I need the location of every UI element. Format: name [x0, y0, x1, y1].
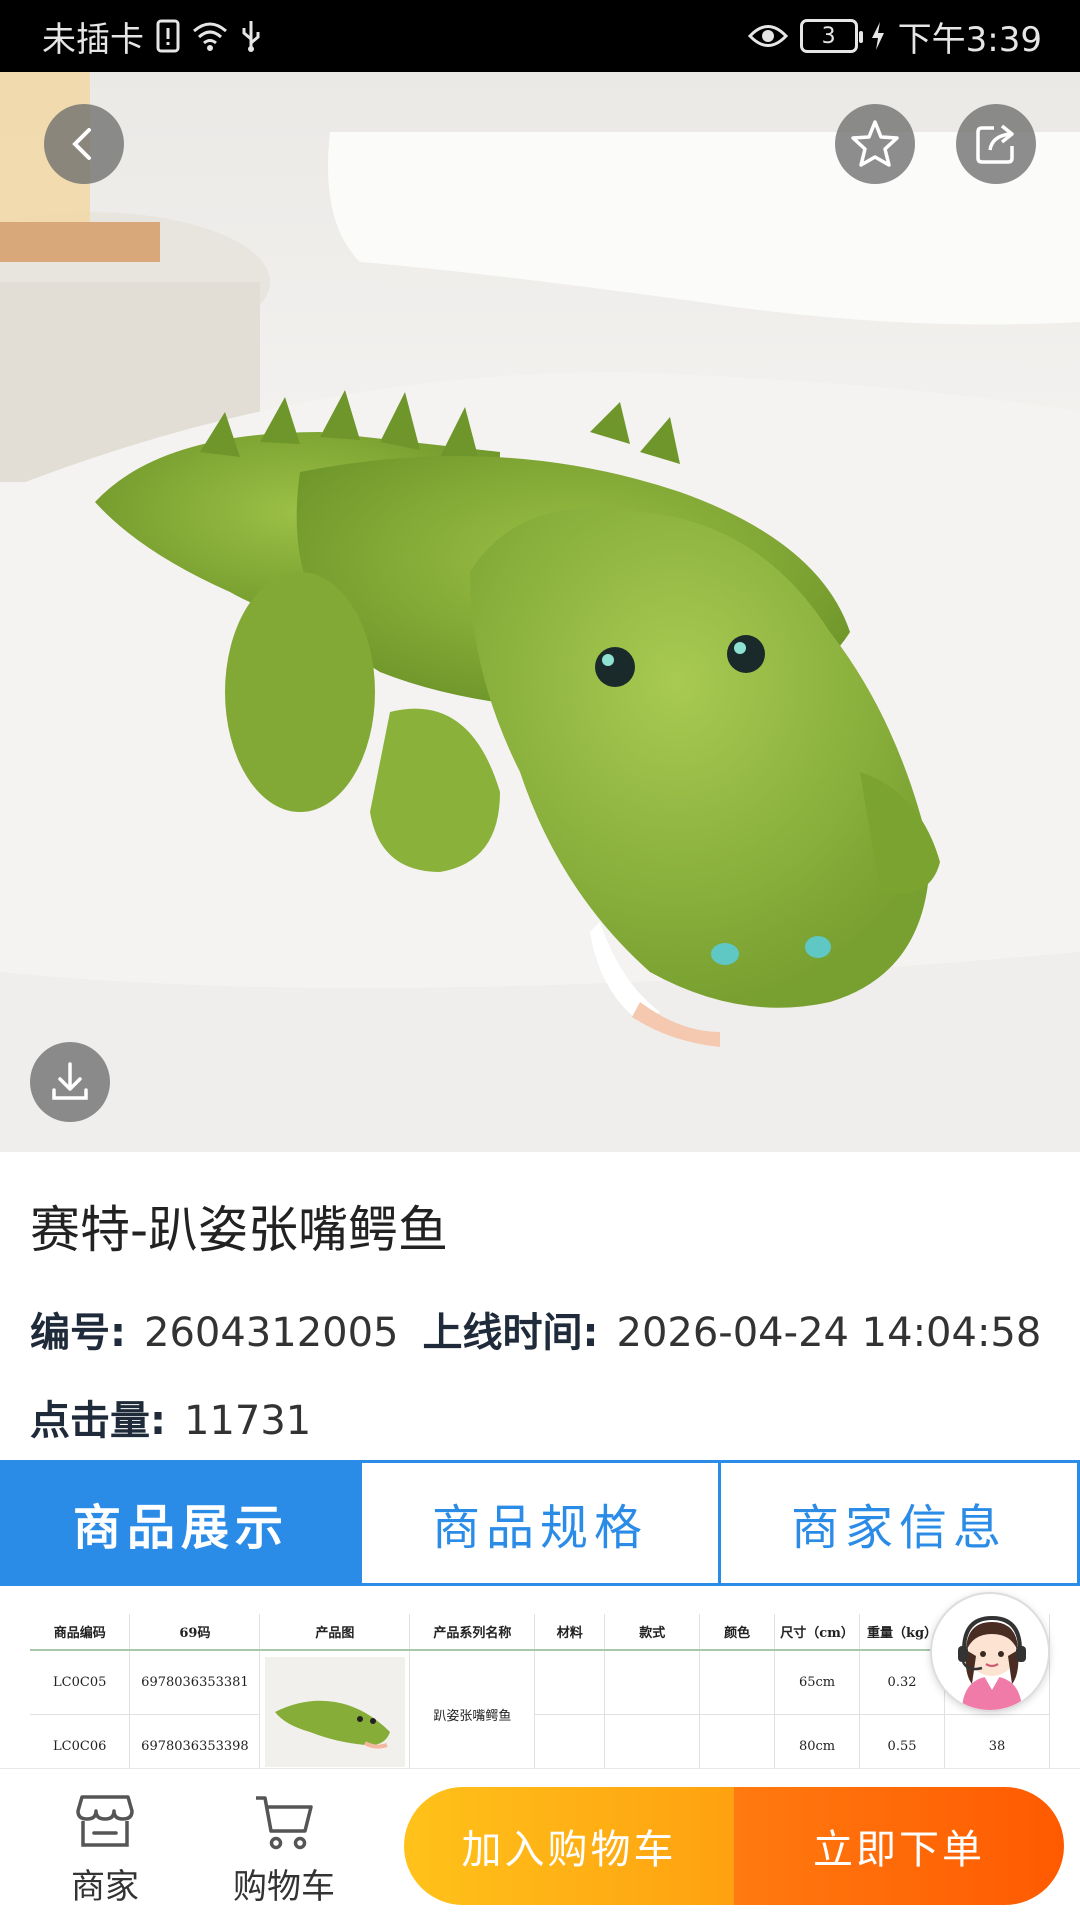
tab-product-specs[interactable]: 商品规格 — [362, 1460, 721, 1586]
col-header: 款式 — [604, 1614, 701, 1651]
product-id-label: 编号: — [30, 1310, 126, 1356]
back-button[interactable] — [44, 104, 124, 184]
col-header: 颜色 — [699, 1614, 776, 1651]
battery-indicator: 3 — [799, 19, 863, 53]
col-header: 商品编码 — [30, 1614, 131, 1651]
chevron-left-icon — [72, 128, 91, 160]
cell-style — [604, 1650, 701, 1715]
clicks-row: 点击量: 11731 — [30, 1388, 335, 1446]
cell-color — [699, 1650, 776, 1715]
wifi-icon — [192, 16, 228, 56]
merchant-label: 商家 — [71, 1867, 139, 1907]
product-meta-row: 编号: 2604312005 上线时间: 2026-04-24 14:04:58 — [30, 1300, 1065, 1358]
carrier-text: 未插卡 — [42, 19, 144, 60]
tab-product-display[interactable]: 商品展示 — [0, 1460, 362, 1586]
table-row: LC0C05 6978036353381 趴姿张嘴鳄鱼 65cm 0.32 — [30, 1650, 1050, 1768]
eye-icon — [747, 16, 788, 56]
star-icon — [851, 120, 899, 167]
detail-tabs: 商品展示 商品规格 商家信息 — [0, 1460, 1080, 1586]
share-icon — [976, 124, 1014, 164]
shopping-cart-icon — [256, 1796, 313, 1850]
cell-barcode: 6978036353398 — [129, 1714, 261, 1768]
favorite-button[interactable] — [835, 104, 915, 184]
bottom-action-bar: 商家 购物车 加入购物车 立即下单 — [0, 1768, 1080, 1920]
product-image[interactable] — [0, 72, 1080, 1152]
cell-code: LC0C05 — [30, 1650, 131, 1715]
col-header: 材料 — [534, 1614, 606, 1651]
download-icon — [52, 1062, 88, 1100]
cell-material — [534, 1650, 606, 1715]
col-header: 产品图 — [259, 1614, 411, 1651]
add-to-cart-button[interactable]: 加入购物车 — [404, 1787, 734, 1905]
status-bar: 未插卡 3 下午3:39 — [0, 0, 1080, 72]
table-row: LC0C06 6978036353398 80cm 0.55 38 — [30, 1714, 1050, 1768]
charging-icon — [870, 16, 886, 56]
spec-table: 商品编码 69码 产品图 产品系列名称 材料 款式 颜色 尺寸（cm） 重量（k… — [30, 1614, 1050, 1768]
clicks-label: 点击量: — [30, 1398, 166, 1444]
download-button[interactable] — [30, 1042, 110, 1122]
usb-icon — [240, 16, 262, 56]
clicks-value: 11731 — [184, 1398, 312, 1444]
share-button[interactable] — [956, 104, 1036, 184]
online-time-label: 上线时间: — [422, 1310, 599, 1356]
cell-series: 趴姿张嘴鳄鱼 — [409, 1650, 536, 1768]
crocodile-plush-illustration — [0, 72, 1080, 1152]
spec-table-image: 商品编码 69码 产品图 产品系列名称 材料 款式 颜色 尺寸（cm） 重量（k… — [30, 1614, 1050, 1768]
cell-qty: 38 — [944, 1714, 1050, 1768]
sim-alert-icon — [156, 16, 180, 56]
purchase-cta-group: 加入购物车 立即下单 — [404, 1787, 1064, 1905]
cart-button[interactable]: 购物车 — [224, 1793, 344, 1908]
merchant-button[interactable]: 商家 — [45, 1793, 165, 1908]
customer-service-button[interactable] — [930, 1592, 1050, 1712]
cell-style — [604, 1714, 701, 1768]
table-header-row: 商品编码 69码 产品图 产品系列名称 材料 款式 颜色 尺寸（cm） 重量（k… — [30, 1614, 1050, 1651]
online-time-value: 2026-04-24 14:04:58 — [616, 1310, 1042, 1356]
product-id-value: 2604312005 — [144, 1310, 399, 1356]
col-header: 尺寸（cm） — [774, 1614, 861, 1651]
cell-product-thumb — [259, 1650, 411, 1768]
cell-barcode: 6978036353381 — [129, 1650, 261, 1715]
col-header: 69码 — [129, 1614, 261, 1651]
cell-weight: 0.55 — [859, 1714, 945, 1768]
clock-text: 下午3:39 — [897, 19, 1042, 60]
cart-label: 购物车 — [233, 1867, 335, 1907]
store-icon — [76, 1795, 134, 1847]
product-title: 赛特-趴姿张嘴鳄鱼 — [30, 1201, 449, 1259]
cell-size: 80cm — [774, 1714, 861, 1768]
cell-code: LC0C06 — [30, 1714, 131, 1768]
crocodile-thumbnail — [264, 1657, 405, 1768]
cell-material — [534, 1714, 606, 1768]
tab-merchant-info[interactable]: 商家信息 — [721, 1460, 1080, 1586]
cell-size: 65cm — [774, 1650, 861, 1715]
cell-color — [699, 1714, 776, 1768]
col-header: 产品系列名称 — [409, 1614, 536, 1651]
buy-now-button[interactable]: 立即下单 — [734, 1787, 1064, 1905]
customer-service-agent-icon — [934, 1596, 1048, 1710]
